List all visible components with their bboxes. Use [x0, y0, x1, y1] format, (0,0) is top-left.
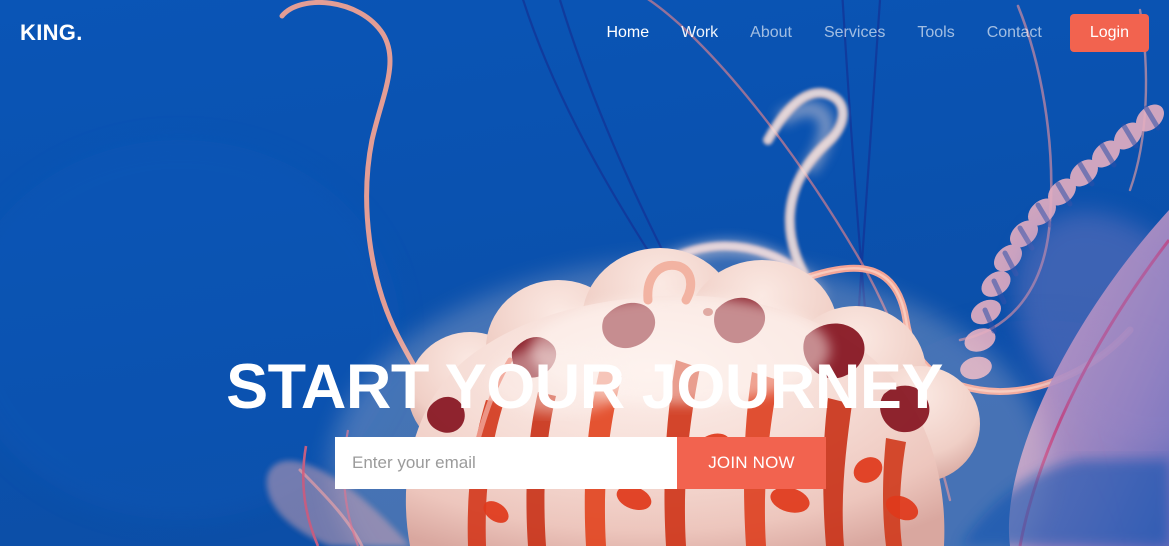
login-button[interactable]: Login — [1069, 14, 1149, 52]
join-now-button[interactable]: JOIN NOW — [677, 437, 826, 489]
nav-item-work[interactable]: Work — [665, 25, 734, 41]
nav-item-tools[interactable]: Tools — [901, 25, 970, 41]
email-input[interactable] — [335, 437, 677, 489]
nav-links: Home Work About Services Tools Contact L… — [590, 14, 1169, 52]
brand-logo[interactable]: KING. — [20, 22, 83, 44]
nav-item-about[interactable]: About — [734, 25, 808, 41]
nav-item-services[interactable]: Services — [808, 25, 901, 41]
hero-section: KING. Home Work About Services Tools Con… — [0, 0, 1169, 546]
nav-item-home[interactable]: Home — [590, 25, 665, 41]
nav-item-contact[interactable]: Contact — [971, 25, 1058, 41]
top-navigation-bar: KING. Home Work About Services Tools Con… — [0, 0, 1169, 66]
email-signup-form: JOIN NOW — [335, 437, 826, 489]
